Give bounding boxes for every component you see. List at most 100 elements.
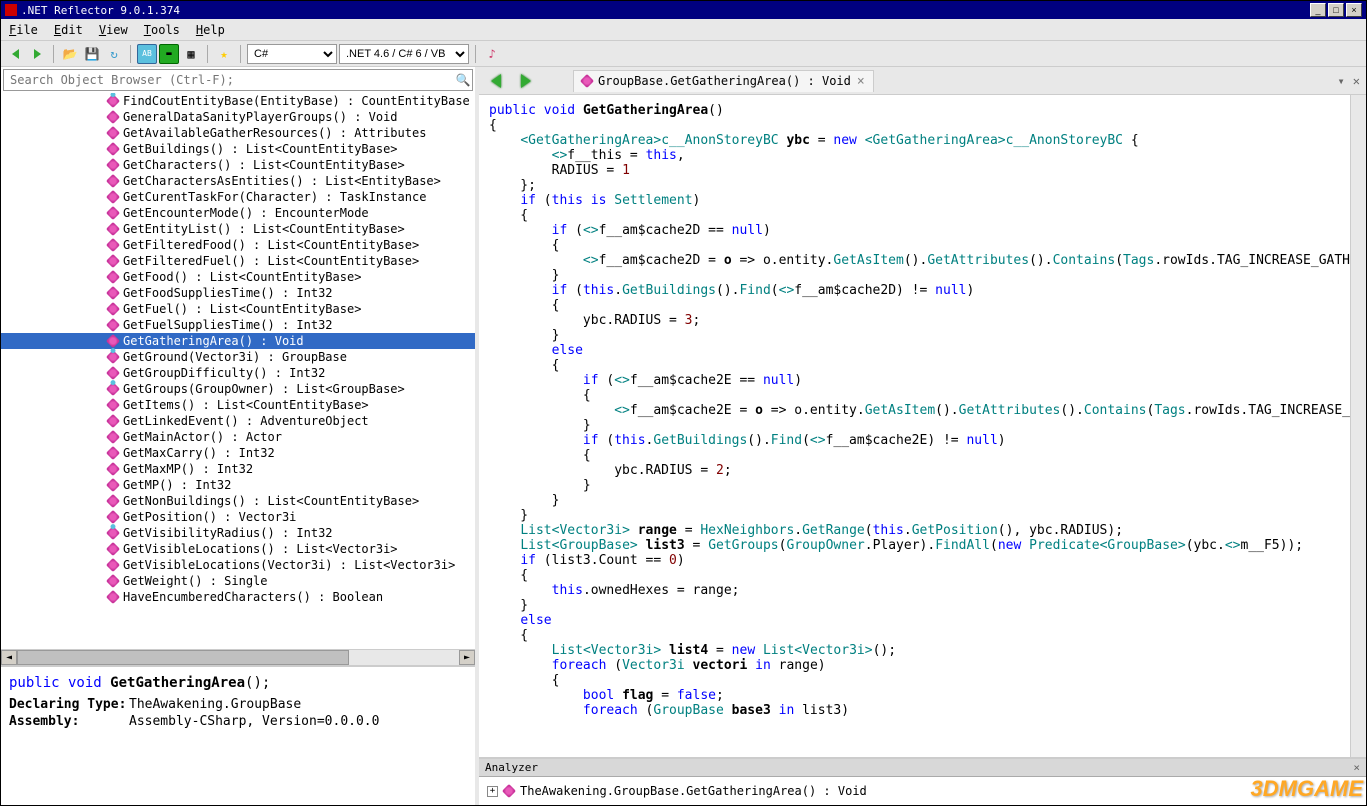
- analyzer-header: Analyzer ×: [479, 759, 1366, 777]
- tree-item[interactable]: GetFoodSuppliesTime() : Int32: [1, 285, 475, 301]
- method-icon: [107, 159, 119, 171]
- tree-item[interactable]: GetMaxCarry() : Int32: [1, 445, 475, 461]
- tree-item[interactable]: GetWeight() : Single: [1, 573, 475, 589]
- tree-item[interactable]: GetAvailableGatherResources() : Attribut…: [1, 125, 475, 141]
- tree-item[interactable]: HaveEncumberedCharacters() : Boolean: [1, 589, 475, 605]
- tree-item-label: GetWeight() : Single: [123, 574, 268, 588]
- tree-item[interactable]: GetMainActor() : Actor: [1, 429, 475, 445]
- tool-button[interactable]: ♪: [482, 44, 502, 64]
- tab-label: GroupBase.GetGatheringArea() : Void: [598, 74, 851, 88]
- language-combo[interactable]: C#: [247, 44, 337, 64]
- method-icon: [107, 127, 119, 139]
- tree-item-label: GetItems() : List<CountEntityBase>: [123, 398, 369, 412]
- tree-item[interactable]: GetEntityList() : List<CountEntityBase>: [1, 221, 475, 237]
- tree-item[interactable]: GetGround(Vector3i) : GroupBase: [1, 349, 475, 365]
- bookmark-button[interactable]: ★: [214, 44, 234, 64]
- menu-file[interactable]: File: [9, 23, 38, 37]
- code-viewer[interactable]: public void GetGatheringArea() { <GetGat…: [479, 95, 1350, 757]
- method-icon: [107, 431, 119, 443]
- tree-item[interactable]: GetVisibleLocations() : List<Vector3i>: [1, 541, 475, 557]
- code-tab[interactable]: GroupBase.GetGatheringArea() : Void ×: [573, 70, 874, 92]
- search-input[interactable]: [4, 73, 454, 87]
- tree-item[interactable]: GetFilteredFuel() : List<CountEntityBase…: [1, 253, 475, 269]
- tree-item[interactable]: GetPosition() : Vector3i: [1, 509, 475, 525]
- tree-item[interactable]: GetBuildings() : List<CountEntityBase>: [1, 141, 475, 157]
- method-icon: [107, 383, 119, 395]
- tree-item[interactable]: GetFuel() : List<CountEntityBase>: [1, 301, 475, 317]
- framework-combo[interactable]: .NET 4.6 / C# 6 / VB: [339, 44, 469, 64]
- tree-item-label: FindCoutEntityBase(EntityBase) : CountEn…: [123, 94, 470, 108]
- menu-edit[interactable]: Edit: [54, 23, 83, 37]
- tree-item[interactable]: GetCharacters() : List<CountEntityBase>: [1, 157, 475, 173]
- summary-sig-suffix: ();: [245, 675, 270, 691]
- tree-item[interactable]: GetNonBuildings() : List<CountEntityBase…: [1, 493, 475, 509]
- menu-view[interactable]: View: [99, 23, 128, 37]
- tree-item[interactable]: FindCoutEntityBase(EntityBase) : CountEn…: [1, 93, 475, 109]
- app-icon: [5, 4, 17, 16]
- method-icon: [107, 95, 119, 107]
- tree-item[interactable]: GetFuelSuppliesTime() : Int32: [1, 317, 475, 333]
- method-icon: [107, 271, 119, 283]
- tree-item[interactable]: GetFood() : List<CountEntityBase>: [1, 269, 475, 285]
- nav-forward-button[interactable]: [27, 44, 47, 64]
- maximize-button[interactable]: □: [1328, 3, 1344, 17]
- declaring-type-value: TheAwakening.GroupBase: [129, 697, 301, 712]
- save-button[interactable]: 💾: [82, 44, 102, 64]
- tree-item-label: GetFoodSuppliesTime() : Int32: [123, 286, 333, 300]
- tree-item-label: HaveEncumberedCharacters() : Boolean: [123, 590, 383, 604]
- view-mode-3-button[interactable]: ▦: [181, 44, 201, 64]
- object-tree[interactable]: FindCoutEntityBase(EntityBase) : CountEn…: [1, 93, 475, 649]
- view-mode-1-button[interactable]: AB: [137, 44, 157, 64]
- method-icon: [107, 223, 119, 235]
- tree-item[interactable]: GetCharactersAsEntities() : List<EntityB…: [1, 173, 475, 189]
- method-icon: [107, 319, 119, 331]
- open-button[interactable]: 📂: [60, 44, 80, 64]
- tree-item-label: GetLinkedEvent() : AdventureObject: [123, 414, 369, 428]
- app-title: .NET Reflector 9.0.1.374: [21, 4, 1310, 17]
- menu-tools[interactable]: Tools: [144, 23, 180, 37]
- tab-close-button[interactable]: ×: [857, 74, 865, 89]
- tree-item[interactable]: GetMaxMP() : Int32: [1, 461, 475, 477]
- method-icon: [107, 335, 119, 347]
- tree-item[interactable]: GetVisibleLocations(Vector3i) : List<Vec…: [1, 557, 475, 573]
- expand-button[interactable]: +: [487, 786, 498, 797]
- close-button[interactable]: ×: [1346, 3, 1362, 17]
- tree-hscrollbar[interactable]: ◄ ►: [1, 649, 475, 665]
- view-mode-2-button[interactable]: ▬: [159, 44, 179, 64]
- tree-item[interactable]: GetMP() : Int32: [1, 477, 475, 493]
- tree-item[interactable]: GetGroupDifficulty() : Int32: [1, 365, 475, 381]
- method-icon: [107, 367, 119, 379]
- tree-item[interactable]: GetFilteredFood() : List<CountEntityBase…: [1, 237, 475, 253]
- method-icon: [107, 287, 119, 299]
- tree-item[interactable]: GetGroups(GroupOwner) : List<GroupBase>: [1, 381, 475, 397]
- titlebar: .NET Reflector 9.0.1.374 _ □ ×: [1, 1, 1366, 19]
- tree-item[interactable]: GetEncounterMode() : EncounterMode: [1, 205, 475, 221]
- tree-item[interactable]: GetLinkedEvent() : AdventureObject: [1, 413, 475, 429]
- search-icon[interactable]: 🔍: [454, 73, 472, 87]
- refresh-button[interactable]: ↻: [104, 44, 124, 64]
- nav-back-button[interactable]: [5, 44, 25, 64]
- method-icon: [107, 511, 119, 523]
- scroll-left-button[interactable]: ◄: [1, 650, 17, 665]
- method-icon: [107, 463, 119, 475]
- method-icon: [107, 495, 119, 507]
- method-icon: [107, 479, 119, 491]
- code-vscrollbar[interactable]: [1350, 95, 1366, 757]
- code-forward-button[interactable]: [515, 70, 537, 92]
- tree-item[interactable]: GetItems() : List<CountEntityBase>: [1, 397, 475, 413]
- scroll-right-button[interactable]: ►: [459, 650, 475, 665]
- tree-item[interactable]: GetGatheringArea() : Void: [1, 333, 475, 349]
- minimize-button[interactable]: _: [1310, 3, 1326, 17]
- tree-item-label: GetNonBuildings() : List<CountEntityBase…: [123, 494, 419, 508]
- code-back-button[interactable]: [485, 70, 507, 92]
- method-icon: [107, 303, 119, 315]
- menu-help[interactable]: Help: [196, 23, 225, 37]
- tree-item[interactable]: GetVisibilityRadius() : Int32: [1, 525, 475, 541]
- tree-item[interactable]: GeneralDataSanityPlayerGroups() : Void: [1, 109, 475, 125]
- tree-item-label: GetFuelSuppliesTime() : Int32: [123, 318, 333, 332]
- object-browser-pane: 🔍 FindCoutEntityBase(EntityBase) : Count…: [1, 67, 479, 805]
- tree-item[interactable]: GetCurentTaskFor(Character) : TaskInstan…: [1, 189, 475, 205]
- analyzer-close-button[interactable]: ×: [1353, 761, 1360, 774]
- close-all-icon[interactable]: ✕: [1353, 74, 1360, 88]
- pin-icon[interactable]: ▾: [1338, 74, 1345, 88]
